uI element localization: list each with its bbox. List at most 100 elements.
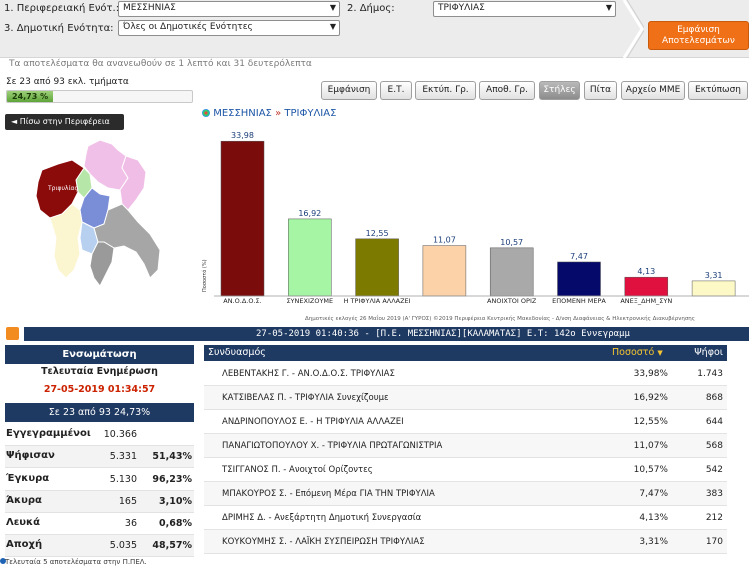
- chart-tick-label: ΑΝΟΙΧΤΟΙ ΟΡΙΖ: [487, 297, 537, 305]
- stat-percent: 48,57%: [152, 540, 192, 551]
- tab-print-chart[interactable]: Εκτύπ. Γρ.: [415, 81, 476, 100]
- stat-number: 165: [118, 496, 137, 507]
- stat-percent: 0,68%: [159, 518, 192, 529]
- chart-data-label: 11,07: [433, 236, 456, 245]
- column-header-percent[interactable]: Ποσοστό ▼: [612, 345, 663, 361]
- column-header-party[interactable]: Συνδυασμός: [208, 345, 266, 361]
- party-percent: 11,07%: [633, 441, 668, 451]
- table-row[interactable]: ΛΕΒΕΝΤΑΚΗΣ Γ. - ΑΝ.Ο.Δ.Ο.Σ. ΤΡΙΦΥΛΙΑΣ 33…: [204, 362, 727, 386]
- stat-label: Ψήφισαν: [6, 450, 55, 461]
- party-percent: 33,98%: [633, 369, 668, 379]
- chart-bar[interactable]: [220, 140, 265, 297]
- stat-row-invalid: Άκυρα 165 3,10%: [5, 491, 194, 513]
- tab-save-chart[interactable]: Αποθ. Γρ.: [479, 81, 535, 100]
- chart-bar[interactable]: [288, 218, 332, 297]
- table-row[interactable]: ΜΠΑΚΟΥΡΟΣ Σ. - Επόμενη Μέρα ΓΙΑ ΤΗΝ ΤΡΙΦ…: [204, 482, 727, 506]
- stat-number: 5.331: [109, 451, 137, 462]
- municipality-select-value: ΤΡΙΦΥΛΙΑΣ: [438, 3, 485, 13]
- chart-data-label: 12,55: [366, 229, 389, 238]
- stat-number: 10.366: [103, 429, 137, 440]
- stat-number: 36: [124, 518, 137, 529]
- party-votes: 644: [705, 417, 723, 427]
- table-row[interactable]: ΚΑΤΣΙΒΕΛΑΣ Π. - ΤΡΙΦΥΛΙΑ Συνεχίζουμε 16,…: [204, 386, 727, 410]
- table-row[interactable]: ΚΟΥΚΟΥΜΗΣ Σ. - ΛΑΪΚΗ ΣΥΣΠΕΙΡΩΣΗ ΤΡΙΦΥΛΙΑ…: [204, 530, 727, 554]
- stat-row-valid: Έγκυρα 5.130 96,23%: [5, 469, 194, 491]
- filter-bar: 1. Περιφερειακή Ενότ.: ΜΕΣΣΗΝΙΑΣ ▼ 2. Δή…: [0, 0, 749, 58]
- back-to-region-button[interactable]: ◄ Πίσω στην Περιφέρεια: [5, 114, 124, 130]
- chart-tick-label: Η ΤΡΙΦΥΛΙΑ ΑΛΛΑΖΕΙ: [344, 297, 411, 305]
- chart-bar[interactable]: [355, 238, 399, 297]
- footnote: Τελευταία 5 αποτελέσματα στην Π.ΠΕΛ.: [5, 558, 147, 566]
- results-table-header: Συνδυασμός Ποσοστό ▼ Ψήφοι: [204, 345, 727, 361]
- unit-select[interactable]: Όλες οι Δημοτικές Ενότητες ▼: [118, 20, 340, 36]
- party-votes: 383: [705, 489, 723, 499]
- municipality-label: 2. Δήμος:: [347, 3, 395, 14]
- stat-number: 5.035: [109, 540, 137, 551]
- chart-data-label: 7,47: [570, 252, 588, 261]
- party-name: ΛΕΒΕΝΤΑΚΗΣ Γ. - ΑΝ.Ο.Δ.Ο.Σ. ΤΡΙΦΥΛΙΑΣ: [222, 369, 395, 379]
- chart-y-label: Ποσοστό (%): [201, 259, 208, 292]
- table-row[interactable]: ΑΝΔΡΙΝΟΠΟΥΛΟΣ Ε. - Η ΤΡΙΦΥΛΙΑ ΑΛΛΑΖΕΙ 12…: [204, 410, 727, 434]
- breadcrumb-region[interactable]: ΜΕΣΣΗΝΙΑΣ: [213, 108, 272, 119]
- party-percent: 16,92%: [633, 393, 668, 403]
- party-percent: 4,13%: [639, 513, 668, 523]
- stat-label: Λευκά: [6, 517, 41, 528]
- party-votes: 568: [705, 441, 723, 451]
- column-header-percent-label: Ποσοστό: [612, 347, 655, 358]
- stat-label: Άκυρα: [6, 495, 42, 506]
- stat-percent: 96,23%: [152, 474, 192, 485]
- party-name: ΤΣΙΓΓΑΝΟΣ Π. - Ανοιχτοί Ορίζοντες: [222, 465, 373, 475]
- tab-pie[interactable]: Πίτα: [584, 81, 617, 100]
- tab-print[interactable]: Εκτύπωση: [688, 81, 748, 100]
- progress-bar: 24,73 %: [6, 90, 193, 103]
- party-percent: 12,55%: [633, 417, 668, 427]
- breadcrumb-icon: [202, 109, 210, 117]
- stat-row-voted: Ψήφισαν 5.331 51,43%: [5, 446, 194, 468]
- chart-data-label: 4,13: [637, 267, 655, 276]
- chart-bar[interactable]: [691, 280, 736, 297]
- party-name: ΜΠΑΚΟΥΡΟΣ Σ. - Επόμενη Μέρα ΓΙΑ ΤΗΝ ΤΡΙΦ…: [222, 489, 435, 499]
- table-row[interactable]: ΔΡΙΜΗΣ Δ. - Ανεξάρτητη Δημοτική Συνεργασ…: [204, 506, 727, 530]
- chart-bar[interactable]: [422, 245, 467, 297]
- chevron-down-icon: ▼: [605, 3, 612, 12]
- stat-label: Εγγεγραμμένοι: [6, 428, 91, 439]
- progress-text: Σε 23 από 93 εκλ. τμήματα: [6, 77, 129, 87]
- chart-bar[interactable]: [489, 247, 534, 297]
- party-votes: 1.743: [697, 369, 723, 379]
- step-arrow-icon: [622, 0, 644, 58]
- show-results-button[interactable]: Εμφάνιση Αποτελεσμάτων: [648, 21, 749, 50]
- region-select-value: ΜΕΣΣΗΝΙΑΣ: [123, 3, 176, 13]
- region-select[interactable]: ΜΕΣΣΗΝΙΑΣ ▼: [118, 1, 340, 17]
- refresh-note: Τα αποτελέσματα θα ανανεωθούν σε 1 λεπτό…: [9, 59, 312, 69]
- party-votes: 868: [705, 393, 723, 403]
- chart-tick-label: ΑΝ.Ο.Δ.Ο.Σ.: [223, 297, 261, 305]
- chart-data-label: 33,98: [231, 131, 254, 140]
- chart-bar[interactable]: [557, 261, 601, 297]
- party-percent: 3,31%: [639, 537, 668, 547]
- column-header-votes[interactable]: Ψήφοι: [694, 345, 723, 361]
- tab-et[interactable]: Ε.Τ.: [380, 81, 412, 100]
- chart-tick-label: ΕΠΟΜΕΝΗ ΜΕΡΑ: [552, 297, 606, 305]
- municipality-select[interactable]: ΤΡΙΦΥΛΙΑΣ ▼: [433, 1, 616, 17]
- tab-display[interactable]: Εμφάνιση: [321, 81, 377, 100]
- table-row[interactable]: ΠΑΝΑΓΙΩΤΟΠΟΥΛΟΥ Χ. - ΤΡΙΦΥΛΙΑ ΠΡΩΤΑΓΩΝΙΣ…: [204, 434, 727, 458]
- stat-row-blank: Λευκά 36 0,68%: [5, 513, 194, 535]
- tab-media-file[interactable]: Αρχείο ΜΜΕ: [621, 81, 685, 100]
- rss-icon[interactable]: [6, 327, 19, 340]
- stat-label: Έγκυρα: [6, 473, 50, 484]
- chart-bar[interactable]: [624, 276, 669, 297]
- stat-percent: 3,10%: [159, 496, 192, 507]
- tab-columns[interactable]: Στήλες: [539, 81, 580, 100]
- unit-select-value: Όλες οι Δημοτικές Ενότητες: [123, 22, 253, 32]
- chevron-down-icon: ▼: [329, 22, 336, 31]
- chart-data-label: 3,31: [705, 271, 723, 280]
- last-update-label: Τελευταία Ενημέρωση: [41, 366, 158, 377]
- stat-percent: 51,43%: [152, 451, 192, 462]
- party-votes: 542: [705, 465, 723, 475]
- breadcrumb: ΜΕΣΣΗΝΙΑΣ » ΤΡΙΦΥΛΙΑΣ: [202, 108, 336, 119]
- table-row[interactable]: ΤΣΙΓΓΑΝΟΣ Π. - Ανοιχτοί Ορίζοντες 10,57%…: [204, 458, 727, 482]
- municipality-map: Τριφυλίας: [35, 139, 161, 287]
- party-percent: 7,47%: [639, 489, 668, 499]
- sort-desc-icon: ▼: [657, 349, 663, 357]
- party-percent: 10,57%: [633, 465, 668, 475]
